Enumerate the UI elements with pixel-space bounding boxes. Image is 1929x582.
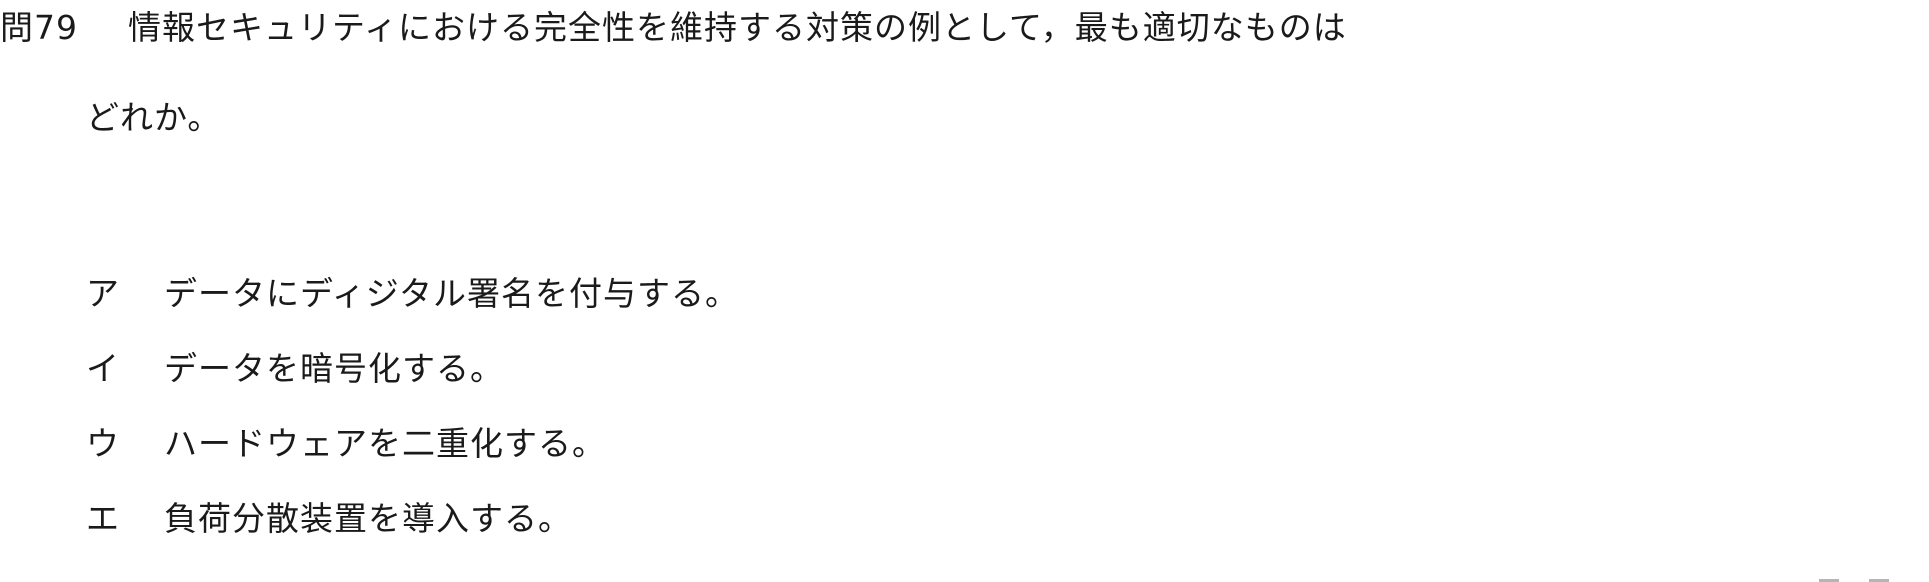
exam-page: 問79 情報セキュリティにおける完全性を維持する対策の例として，最も適切なものは… [0,0,1929,582]
choice-text: データを暗号化する。 [164,349,504,388]
question-text-line2: どれか。 [86,98,222,137]
choice-label: エ [86,499,120,538]
choice-u[interactable]: ウ ハードウェアを二重化する。 [86,420,739,468]
choice-label: ア [86,274,120,313]
question-number: 問79 [0,8,78,47]
cropped-footer-mark [1819,576,1889,582]
choice-i[interactable]: イ データを暗号化する。 [86,345,739,393]
question-text-line1: 情報セキュリティにおける完全性を維持する対策の例として，最も適切なものは [128,8,1347,47]
choice-text: データにディジタル署名を付与する。 [164,274,740,313]
choice-label: ウ [86,424,120,463]
choice-label: イ [86,349,120,388]
choice-e[interactable]: エ 負荷分散装置を導入する。 [86,495,739,543]
choice-text: ハードウェアを二重化する。 [164,424,606,463]
choice-list: ア データにディジタル署名を付与する。 イ データを暗号化する。 ウ ハードウェ… [86,270,739,570]
choice-a[interactable]: ア データにディジタル署名を付与する。 [86,270,739,318]
choice-text: 負荷分散装置を導入する。 [164,499,572,538]
question-header: 問79 情報セキュリティにおける完全性を維持する対策の例として，最も適切なものは [0,4,1347,52]
